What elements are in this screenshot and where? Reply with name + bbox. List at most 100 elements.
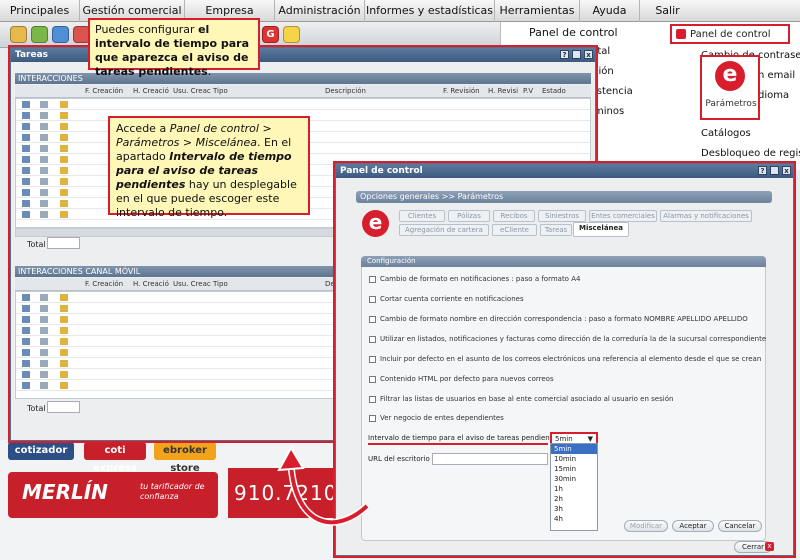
pointer-arrow	[277, 445, 370, 526]
tab-entes-comerciales[interactable]: Entes comerciales	[589, 210, 657, 222]
bulb-icon[interactable]	[283, 26, 300, 43]
col-pv[interactable]: P.V	[523, 87, 533, 95]
tab-miscelanea[interactable]: Miscelánea	[573, 222, 629, 237]
checkbox[interactable]	[369, 375, 376, 383]
menu-ayuda[interactable]: Ayuda	[580, 0, 640, 22]
user-icon	[40, 200, 48, 207]
checkbox[interactable]	[369, 275, 376, 283]
pc-minimize-icon[interactable]: _	[770, 166, 779, 175]
option-10min[interactable]: 10min	[551, 454, 597, 464]
menu-principales[interactable]: Principales	[0, 0, 80, 22]
speaker-icon	[60, 316, 68, 323]
speaker-icon	[60, 360, 68, 367]
checkbox[interactable]	[369, 414, 376, 422]
checkbox[interactable]	[369, 295, 376, 303]
option-cortar-cuenta[interactable]: Cortar cuenta corriente en notificacione…	[369, 295, 524, 303]
option-2h[interactable]: 2h	[551, 494, 597, 504]
parametros-logo-icon: e	[362, 210, 389, 237]
col-f-revision[interactable]: F. Revisión	[443, 87, 480, 95]
calendar-icon	[22, 294, 30, 301]
calendar-icon	[22, 349, 30, 356]
pc-help-icon[interactable]: ?	[758, 166, 767, 175]
callout-top-end: .	[207, 65, 212, 78]
merlin-banner[interactable]: MERLÍN tu tarificador de confianza	[8, 472, 218, 518]
user-icon	[40, 338, 48, 345]
col-h-revision[interactable]: H. Revisi	[488, 87, 518, 95]
menu-item-desbloqueo[interactable]: Desbloqueo de registros	[701, 148, 800, 159]
url-input[interactable]	[432, 453, 548, 465]
table-row[interactable]	[16, 99, 590, 110]
option-label: Contenido HTML por defecto para nuevos c…	[380, 375, 554, 383]
total-label-1: Total	[27, 240, 46, 249]
pc-close-icon[interactable]: x	[782, 166, 791, 175]
col-descripcion[interactable]: Descripción	[325, 87, 366, 95]
col2-h-creacion[interactable]: H. Creació	[133, 280, 169, 288]
checkbox[interactable]	[369, 335, 376, 343]
option-contenido-html[interactable]: Contenido HTML por defecto para nuevos c…	[369, 375, 554, 383]
calendar-icon[interactable]	[52, 26, 69, 43]
col2-f-creacion[interactable]: F. Creación	[85, 280, 123, 288]
panel-control-highlight[interactable]: Panel de control	[670, 24, 790, 44]
aceptar-button[interactable]: Aceptar	[672, 520, 714, 532]
breadcrumb: Opciones generales >> Parámetros	[356, 191, 772, 203]
col-f-creacion[interactable]: F. Creación	[85, 87, 123, 95]
option-4h[interactable]: 4h	[551, 514, 597, 524]
tab-agregacion[interactable]: Agregación de cartera	[399, 224, 489, 236]
cotizador-button[interactable]: cotizador	[8, 442, 74, 460]
option-5min[interactable]: 5min	[551, 444, 597, 454]
col-usu-creac[interactable]: Usu. Creac	[173, 87, 211, 95]
option-15min[interactable]: 15min	[551, 464, 597, 474]
option-3h[interactable]: 3h	[551, 504, 597, 514]
option-label: Filtrar las listas de usuarios en base a…	[380, 395, 674, 403]
tab-alarmas[interactable]: Alarmas y notificaciones	[660, 210, 752, 222]
option-direccion-sucursal[interactable]: Utilizar en listados, notificaciones y f…	[369, 335, 766, 343]
menu-item-panel-control[interactable]: Panel de control	[529, 26, 618, 39]
col-h-creacion[interactable]: H. Creació	[133, 87, 169, 95]
menu-item-idioma[interactable]: dioma	[758, 90, 789, 101]
menu-item-catalogos[interactable]: Catálogos	[701, 128, 751, 139]
menu-administracion[interactable]: Administración	[275, 0, 365, 22]
minimize-icon[interactable]: _	[572, 50, 581, 59]
tab-polizas[interactable]: Pólizas	[448, 210, 490, 222]
option-filtrar-usuarios[interactable]: Filtrar las listas de usuarios en base a…	[369, 395, 673, 403]
ebroker-store-button[interactable]: ebroker store	[154, 442, 216, 474]
calendar-icon	[22, 189, 30, 196]
user-icon	[40, 360, 48, 367]
help-icon[interactable]: ?	[560, 50, 569, 59]
option-1h[interactable]: 1h	[551, 484, 597, 494]
menu-item-minos[interactable]: minos	[594, 106, 624, 117]
cancelar-button[interactable]: Cancelar	[718, 520, 762, 532]
option-referencia-asunto[interactable]: Incluir por defecto en el asunto de los …	[369, 355, 761, 363]
checkbox[interactable]	[369, 315, 376, 323]
menu-item-email[interactable]: n email	[758, 70, 795, 81]
col-tipo[interactable]: Tipo	[213, 87, 228, 95]
col2-usu-creac[interactable]: Usu. Creac	[173, 280, 211, 288]
g-icon[interactable]: G	[262, 26, 279, 43]
col2-tipo[interactable]: Tipo	[213, 280, 228, 288]
tab-tareas[interactable]: Tareas	[540, 224, 572, 236]
parametros-button[interactable]: e Parámetros	[700, 55, 760, 120]
folder-icon[interactable]	[10, 26, 27, 43]
checkbox[interactable]	[369, 355, 376, 363]
option-formato-nombre[interactable]: Cambio de formato nombre en dirección co…	[369, 315, 748, 323]
menu-herramientas[interactable]: Herramientas	[495, 0, 580, 22]
menu-item-istencia[interactable]: istencia	[594, 86, 633, 97]
menu-salir[interactable]: Salir	[640, 0, 695, 22]
speaker-icon	[60, 156, 68, 163]
speaker-icon	[60, 305, 68, 312]
tab-siniestros[interactable]: Siniestros	[538, 210, 586, 222]
close-icon[interactable]: x	[584, 50, 593, 59]
interval-dropdown-list[interactable]: 5min 10min 15min 30min 1h 2h 3h 4h	[550, 443, 598, 531]
col-estado[interactable]: Estado	[542, 87, 566, 95]
modificar-button[interactable]: Modificar	[624, 520, 668, 532]
tab-clientes[interactable]: Clientes	[399, 210, 445, 222]
option-formato-a4[interactable]: Cambio de formato en notificaciones : pa…	[369, 275, 580, 283]
checkbox[interactable]	[369, 395, 376, 403]
tab-recibos[interactable]: Recibos	[493, 210, 535, 222]
tab-ecliente[interactable]: eCliente	[492, 224, 537, 236]
option-30min[interactable]: 30min	[551, 474, 597, 484]
menu-informes[interactable]: Informes y estadísticas	[365, 0, 495, 22]
option-negocio-entes[interactable]: Ver negocio de entes dependientes	[369, 414, 504, 422]
coti-express-button[interactable]: coti express	[84, 442, 146, 474]
contacts-icon[interactable]	[31, 26, 48, 43]
